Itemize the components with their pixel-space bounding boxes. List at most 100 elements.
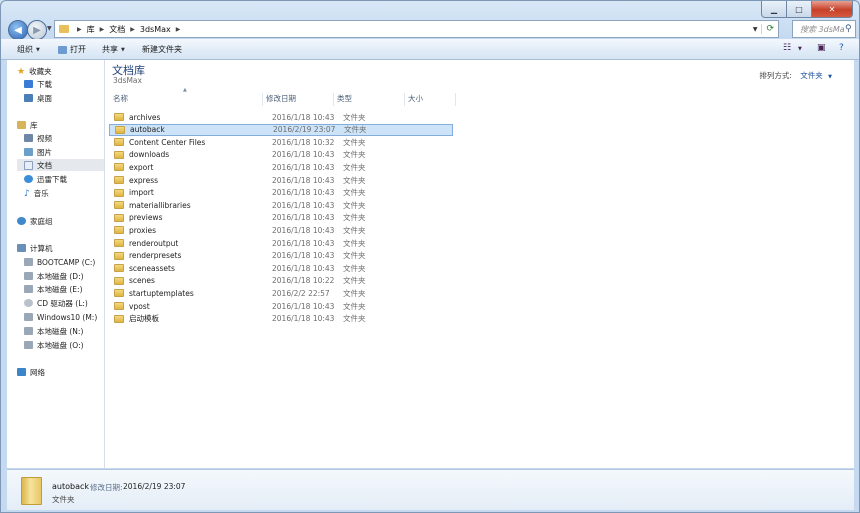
file-row[interactable]: vpost 2016/1/18 10:43 文件夹 — [109, 300, 453, 312]
file-row[interactable]: 启动模板 2016/1/18 10:43 文件夹 — [109, 313, 453, 325]
library-subtitle: 3dsMax — [113, 76, 142, 85]
file-name: import — [129, 188, 154, 198]
nav-documents-label: 文档 — [37, 160, 52, 170]
file-row[interactable]: downloads 2016/1/18 10:43 文件夹 — [109, 149, 453, 161]
refresh-icon[interactable]: ⟳ — [761, 24, 778, 34]
details-pane: autoback 修改日期: 2016/2/19 23:07 文件夹 — [7, 469, 854, 510]
file-row[interactable]: Content Center Files 2016/1/18 10:32 文件夹 — [109, 136, 453, 148]
maximize-button[interactable]: □ — [787, 1, 812, 18]
back-button[interactable]: ◀ — [8, 20, 28, 40]
breadcrumb-3dsmax[interactable]: 3dsMax — [140, 25, 171, 34]
file-date: 2016/1/18 10:43 — [272, 200, 335, 210]
nav-desktop-label: 桌面 — [37, 93, 52, 103]
breadcrumb-chevron-icon[interactable]: ▶ — [100, 26, 105, 33]
nav-xunlei[interactable]: 迅雷下载 — [24, 173, 104, 185]
breadcrumb-chevron-icon[interactable]: ▶ — [77, 26, 82, 33]
recent-pages-chevron-icon[interactable]: ▼ — [47, 25, 52, 32]
folder-icon — [114, 201, 124, 210]
nav-drive-l[interactable]: CD 驱动器 (L:) — [24, 297, 104, 309]
nav-drive-n[interactable]: 本地磁盘 (N:) — [24, 325, 104, 337]
details-date: 2016/2/19 23:07 — [123, 482, 186, 491]
search-input[interactable]: 搜索 3dsMax — [793, 24, 844, 35]
nav-drive-label: 本地磁盘 (D:) — [37, 271, 84, 281]
view-dropdown-icon[interactable]: ▼ — [798, 46, 802, 52]
breadcrumb-chevron-icon[interactable]: ▶ — [176, 26, 181, 33]
breadcrumb-libraries[interactable]: 库 — [87, 24, 95, 35]
library-icon — [17, 121, 26, 129]
arrange-value[interactable]: 文件夹 — [800, 71, 823, 80]
file-row[interactable]: import 2016/1/18 10:43 文件夹 — [109, 187, 453, 199]
file-name: scenes — [129, 276, 155, 286]
file-name: sceneassets — [129, 263, 175, 273]
xunlei-download-icon — [24, 175, 33, 183]
file-list-pane: 文档库 3dsMax 排列方式: 文件夹 ▼ ▲ 名称 修改日期 类型 大小 a… — [105, 60, 854, 468]
help-icon[interactable]: ? — [839, 43, 844, 53]
share-button[interactable]: 共享 ▼ — [102, 44, 125, 55]
folder-icon — [114, 150, 124, 159]
column-header-name[interactable]: 名称 — [110, 93, 263, 106]
close-button[interactable]: ✕ — [812, 1, 853, 18]
folder-icon — [114, 289, 124, 298]
file-row[interactable]: export 2016/1/18 10:43 文件夹 — [109, 161, 453, 173]
nav-homegroup[interactable]: 家庭组 — [17, 215, 104, 227]
file-name: renderpresets — [129, 251, 182, 261]
file-row[interactable]: startuptemplates 2016/2/2 22:57 文件夹 — [109, 287, 453, 299]
nav-libraries[interactable]: 库 — [17, 119, 104, 131]
file-type: 文件夹 — [344, 125, 367, 135]
nav-music[interactable]: ♪ 音乐 — [24, 187, 104, 200]
preview-pane-icon[interactable]: ▣ — [817, 43, 826, 53]
file-date: 2016/1/18 10:32 — [272, 137, 335, 147]
file-row[interactable]: proxies 2016/1/18 10:43 文件夹 — [109, 224, 453, 236]
file-row[interactable]: renderpresets 2016/1/18 10:43 文件夹 — [109, 250, 453, 262]
file-type: 文件夹 — [343, 137, 366, 147]
file-row[interactable]: materiallibraries 2016/1/18 10:43 文件夹 — [109, 199, 453, 211]
nav-documents[interactable]: 文档 — [17, 159, 104, 171]
nav-favorites[interactable]: ★ 收藏夹 — [17, 65, 104, 78]
file-row[interactable]: sceneassets 2016/1/18 10:43 文件夹 — [109, 262, 453, 274]
nav-drive-c[interactable]: BOOTCAMP (C:) — [24, 256, 104, 268]
file-name: Content Center Files — [129, 137, 206, 147]
file-row[interactable]: previews 2016/1/18 10:43 文件夹 — [109, 212, 453, 224]
file-row[interactable]: archives 2016/1/18 10:43 文件夹 — [109, 111, 453, 123]
open-button[interactable]: 打开 — [58, 44, 86, 55]
file-date: 2016/1/18 10:43 — [272, 150, 335, 160]
nav-drive-d[interactable]: 本地磁盘 (D:) — [24, 270, 104, 282]
forward-button[interactable]: ▶ — [27, 20, 47, 40]
file-row[interactable]: autoback 2016/2/19 23:07 文件夹 — [109, 123, 453, 136]
column-header-size[interactable]: 大小 — [405, 93, 456, 106]
column-header-date[interactable]: 修改日期 — [263, 93, 334, 106]
folder-icon — [59, 25, 69, 33]
file-name: downloads — [129, 150, 170, 160]
breadcrumb-chevron-icon[interactable]: ▶ — [130, 26, 135, 33]
address-dropdown-icon[interactable]: ▼ — [749, 26, 762, 33]
file-name: export — [129, 162, 154, 172]
file-row[interactable]: scenes 2016/1/18 10:22 文件夹 — [109, 275, 453, 287]
nav-computer[interactable]: 计算机 — [17, 242, 104, 254]
search-box[interactable]: 搜索 3dsMax ⚲ — [792, 20, 856, 38]
nav-drive-e[interactable]: 本地磁盘 (E:) — [24, 283, 104, 295]
nav-desktop[interactable]: 桌面 — [24, 92, 104, 104]
download-folder-icon — [24, 80, 33, 88]
arrange-by[interactable]: 排列方式: 文件夹 ▼ — [759, 70, 832, 81]
search-icon[interactable]: ⚲ — [845, 24, 852, 34]
music-note-icon: ♪ — [24, 189, 30, 199]
new-folder-button[interactable]: 新建文件夹 — [142, 44, 182, 55]
nav-videos[interactable]: 视频 — [24, 132, 104, 144]
organize-button[interactable]: 组织 ▼ — [17, 44, 40, 55]
file-row[interactable]: renderoutput 2016/1/18 10:43 文件夹 — [109, 237, 453, 249]
breadcrumb-documents[interactable]: 文档 — [109, 24, 125, 35]
nav-drive-m[interactable]: Windows10 (M:) — [24, 311, 104, 323]
nav-network[interactable]: 网络 — [17, 366, 104, 378]
view-options-icon[interactable]: ☷ — [783, 43, 791, 53]
address-bar[interactable]: ▶ 库 ▶ 文档 ▶ 3dsMax ▶ ▼ ⟳ — [54, 20, 779, 38]
file-row[interactable]: express 2016/1/18 10:43 文件夹 — [109, 174, 453, 186]
minimize-button[interactable]: ▁ — [761, 1, 787, 18]
column-header-type[interactable]: 类型 — [334, 93, 405, 106]
caret-down-icon[interactable]: ▼ — [828, 74, 832, 80]
nav-drive-o[interactable]: 本地磁盘 (O:) — [24, 339, 104, 351]
homegroup-icon — [17, 217, 26, 225]
navigation-pane: ★ 收藏夹 下载 桌面 库 视频 图片 文档 迅雷下载 ♪ 音乐 家庭组 计算机… — [7, 60, 105, 468]
nav-downloads[interactable]: 下载 — [24, 78, 104, 90]
nav-pictures[interactable]: 图片 — [24, 146, 104, 158]
file-date: 2016/2/19 23:07 — [273, 125, 336, 135]
